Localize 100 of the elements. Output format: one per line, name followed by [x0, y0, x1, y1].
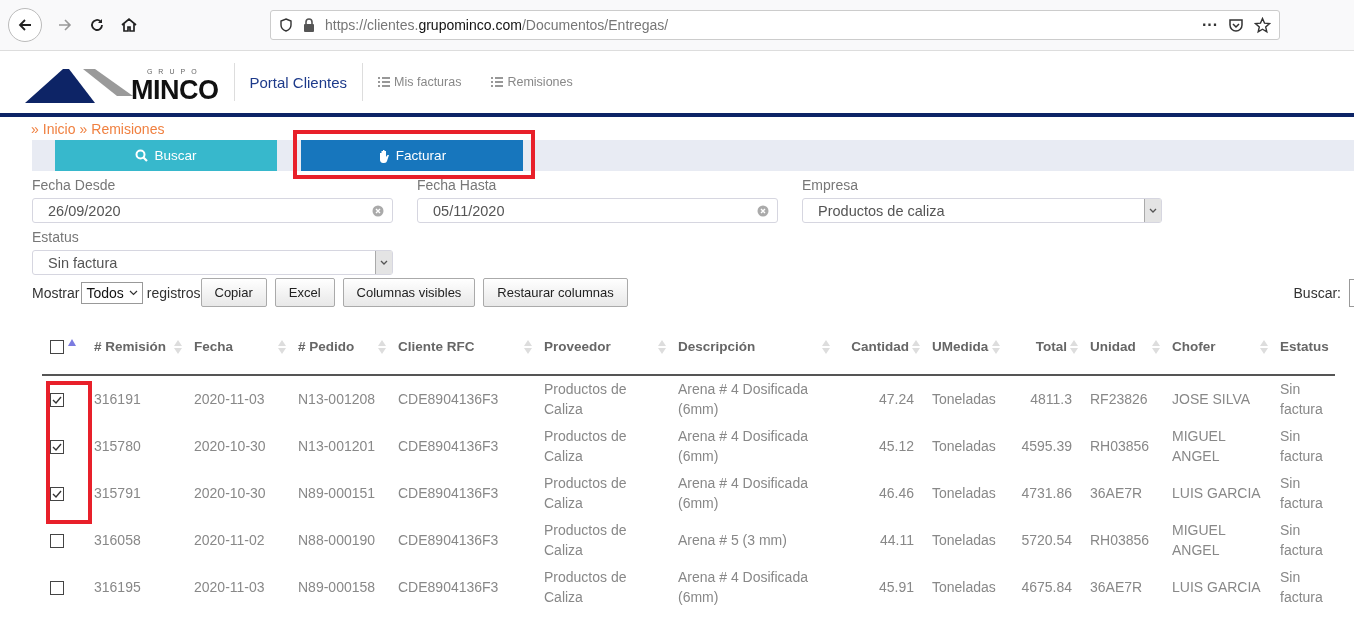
action-button[interactable]: Facturar	[301, 140, 523, 171]
table-cell: 44.11	[880, 531, 914, 548]
length-label: registros	[146, 284, 201, 301]
column-header[interactable]: Unidad	[1090, 339, 1136, 354]
hand-icon	[377, 148, 390, 163]
table-cell: 4731.86	[1021, 484, 1072, 501]
row-checkbox[interactable]	[50, 486, 64, 501]
table-cell: JOSE SILVA	[1172, 391, 1251, 407]
table-cell: Toneladas	[932, 437, 996, 454]
table-cell: RH03856	[1090, 437, 1150, 454]
page-actions-menu[interactable]: ···	[1202, 16, 1218, 34]
row-checkbox[interactable]	[50, 393, 64, 408]
select-all-checkbox[interactable]	[50, 340, 64, 355]
table-cell: RF23826	[1090, 391, 1148, 407]
table-cell: N89-000158	[298, 578, 376, 595]
table-cell: CDE8904136F3	[398, 531, 499, 548]
table-cell: 316195	[94, 578, 141, 595]
search-field[interactable]	[1349, 278, 1354, 307]
column-header[interactable]: Estatus	[1280, 339, 1329, 354]
table-cell: 315780	[94, 437, 141, 454]
home-icon[interactable]	[120, 16, 138, 34]
reload-icon[interactable]	[88, 16, 106, 34]
sort-icon[interactable]	[1070, 339, 1078, 354]
search-icon	[135, 149, 149, 162]
dropdown-caret-icon	[380, 259, 388, 266]
status-select[interactable]: Sin factura	[32, 250, 393, 275]
dropdown-caret-icon	[128, 289, 138, 296]
table-cell: Arena # 4 Dosificada (6mm)	[678, 474, 808, 511]
column-header[interactable]: Fecha	[194, 339, 234, 354]
table-cell: CDE8904136F3	[398, 578, 499, 595]
column-header[interactable]: UMedida	[932, 339, 989, 354]
date-field[interactable]: 05/11/2020	[417, 198, 778, 223]
column-header[interactable]: Chofer	[1172, 339, 1216, 354]
sort-icon[interactable]	[822, 339, 830, 354]
dropdown-caret-icon	[1149, 207, 1157, 214]
sort-icon[interactable]	[524, 339, 532, 354]
table-cell: 4675.84	[1021, 578, 1072, 595]
clear-icon[interactable]	[372, 204, 384, 217]
table-cell: Arena # 4 Dosificada (6mm)	[678, 427, 808, 464]
table-cell: 5720.54	[1021, 531, 1072, 548]
row-checkbox[interactable]	[50, 580, 64, 595]
bookmark-star-icon[interactable]	[1254, 16, 1271, 34]
table-cell: Sin factura	[1280, 568, 1323, 605]
table-cell: Sin factura	[1280, 381, 1323, 417]
table-tool-button[interactable]: Columnas visibles	[342, 278, 476, 307]
table-cell: Productos de Caliza	[544, 427, 627, 464]
column-header[interactable]: Descripción	[678, 339, 756, 354]
table-cell: 45.12	[878, 437, 914, 454]
list-icon	[491, 77, 504, 87]
table-cell: LUIS GARCIA	[1172, 484, 1261, 501]
table-cell: Sin factura	[1280, 427, 1323, 464]
sort-icon[interactable]	[658, 339, 666, 354]
table-cell: 2020-10-30	[194, 484, 266, 501]
logo-wordmark: MINCO	[131, 76, 219, 104]
sort-icon[interactable]	[174, 339, 182, 354]
sort-icon[interactable]	[1260, 339, 1268, 354]
row-checkbox[interactable]	[50, 439, 64, 454]
table-tool-button[interactable]: Restaurar columnas	[483, 278, 628, 307]
table-cell: Arena # 4 Dosificada (6mm)	[678, 381, 808, 417]
page-length-select[interactable]: Todos	[81, 281, 143, 304]
field-label: Fecha Hasta	[417, 177, 498, 193]
table-cell: N88-000190	[298, 531, 376, 548]
column-header[interactable]: # Remisión	[94, 339, 167, 354]
column-header[interactable]: Total	[1035, 339, 1067, 354]
table-cell: N89-000151	[298, 484, 376, 501]
clear-icon[interactable]	[757, 204, 769, 217]
table-cell: CDE8904136F3	[398, 484, 499, 501]
company-select[interactable]: Productos de caliza	[802, 198, 1162, 223]
column-header[interactable]: Cliente RFC	[398, 339, 475, 354]
table-cell: Productos de Caliza	[544, 381, 627, 417]
nav-link[interactable]: Remisiones	[491, 75, 573, 89]
shield-icon	[279, 18, 293, 32]
sort-icon[interactable]	[278, 339, 286, 354]
sort-icon[interactable]	[912, 339, 920, 354]
table-tool-button[interactable]: Excel	[274, 278, 335, 307]
column-header[interactable]: Cantidad	[851, 339, 909, 354]
sort-icon[interactable]	[992, 339, 1000, 354]
table-tool-button[interactable]: Copiar	[200, 278, 267, 307]
row-checkbox[interactable]	[50, 533, 64, 548]
search-label: Buscar:	[1293, 284, 1341, 301]
table-cell: 315791	[94, 484, 141, 501]
sort-icon[interactable]	[1152, 339, 1160, 354]
pocket-icon[interactable]	[1228, 17, 1244, 33]
column-header[interactable]: # Pedido	[298, 339, 355, 354]
column-header[interactable]: Proveedor	[544, 339, 611, 354]
sort-ascending-icon[interactable]	[68, 338, 76, 346]
back-button[interactable]	[8, 8, 42, 42]
portal-link[interactable]: Portal Clientes	[249, 73, 348, 91]
nav-link[interactable]: Mis facturas	[378, 75, 462, 89]
table-cell: 4811.3	[1030, 391, 1072, 407]
date-field[interactable]: 26/09/2020	[32, 198, 393, 223]
table-cell: 45.91	[878, 578, 914, 595]
table-cell: LUIS GARCIA	[1172, 578, 1261, 595]
breadcrumb-separator: »	[79, 121, 88, 137]
sort-icon[interactable]	[378, 339, 386, 354]
list-icon	[378, 77, 391, 87]
address-bar[interactable]: https://clientes.grupominco.com/Documentos/Entregas/ ···	[270, 10, 1280, 40]
table-cell: 47.24	[878, 391, 914, 407]
table-cell: Arena # 4 Dosificada (6mm)	[678, 568, 808, 605]
table-cell: Productos de Caliza	[544, 568, 627, 605]
